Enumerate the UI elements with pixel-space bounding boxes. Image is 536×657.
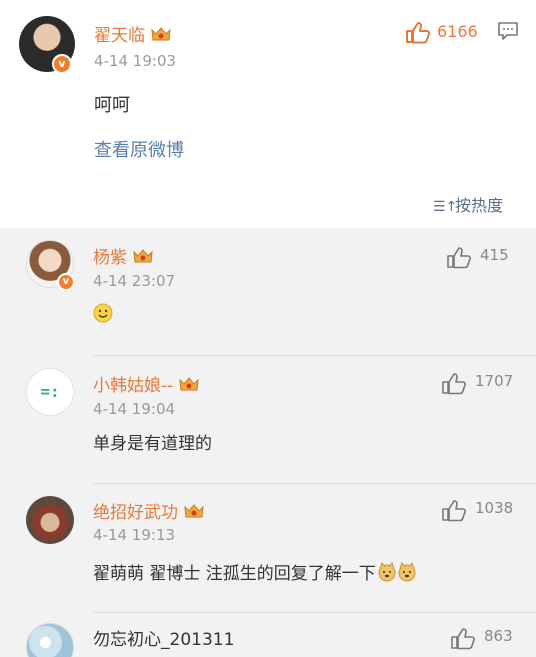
comment-item: 绝招好武功 4-14 19:13 翟萌萌 翟博士 注孤生的回复了解一下 1038	[0, 484, 536, 612]
comment-text-content: 翟萌萌 翟博士 注孤生的回复了解一下	[93, 564, 376, 584]
thumbs-up-icon	[451, 628, 475, 650]
comment-text: 单身是有道理的	[93, 434, 212, 454]
comment-icon[interactable]	[497, 21, 519, 41]
sort-icon: ☰↑	[433, 199, 458, 215]
comment-time: 4-14 19:04	[93, 400, 176, 418]
comment-username-text: 杨紫	[93, 248, 127, 268]
comment-like-count: 415	[480, 246, 509, 264]
thumbs-up-icon	[442, 500, 466, 522]
comment-text: 翟萌萌 翟博士 注孤生的回复了解一下	[93, 559, 417, 584]
comment-username[interactable]: 小韩姑娘--	[93, 371, 200, 396]
crown-badge-icon	[179, 377, 199, 391]
comment-avatar[interactable]: =:	[26, 368, 74, 416]
doge-emoji	[398, 561, 416, 582]
comment-username-text: 小韩姑娘--	[93, 376, 174, 396]
avatar-text: =:	[40, 382, 60, 401]
smile-emoji	[93, 303, 113, 323]
crown-badge-icon	[184, 504, 204, 518]
thumbs-up-icon	[442, 373, 466, 395]
thumbs-up-icon	[406, 22, 431, 44]
comment-item: 勿忘初心_201311 863	[0, 613, 536, 657]
comment-item: =: 小韩姑娘-- 4-14 19:04 单身是有道理的 1707	[0, 356, 536, 483]
verified-badge-icon: v	[52, 54, 72, 74]
main-post: v 翟天临 4-14 19:03 呵呵 查看原微博 6166 ☰↑按热度	[0, 0, 536, 228]
sort-by-hot-button[interactable]: ☰↑按热度	[433, 192, 503, 216]
comment-like-count: 863	[484, 627, 513, 645]
comment-time: 4-14 23:07	[93, 272, 176, 290]
sort-label: 按热度	[455, 196, 504, 215]
comment-like-count: 1707	[475, 372, 514, 390]
crown-badge-icon	[133, 249, 153, 263]
main-post-time: 4-14 19:03	[94, 52, 177, 70]
comment-username[interactable]: 绝招好武功	[93, 498, 205, 523]
comment-item: v 杨紫 4-14 23:07 415	[0, 228, 536, 355]
verified-badge-icon: v	[57, 273, 75, 291]
comment-username-text: 勿忘初心_201311	[93, 630, 235, 650]
comment-username[interactable]: 勿忘初心_201311	[93, 625, 234, 650]
comment-avatar[interactable]	[26, 623, 74, 657]
crown-badge-icon	[151, 27, 171, 41]
thumbs-up-icon	[447, 247, 471, 269]
main-like-count: 6166	[437, 22, 478, 41]
comment-username[interactable]: 杨紫	[93, 243, 154, 268]
main-post-text: 呵呵	[94, 95, 130, 116]
main-post-username-text: 翟天临	[94, 26, 145, 46]
comment-time: 4-14 19:13	[93, 526, 176, 544]
comment-username-text: 绝招好武功	[93, 503, 178, 523]
comment-like-count: 1038	[475, 499, 514, 517]
main-post-username[interactable]: 翟天临	[94, 21, 172, 46]
comment-avatar[interactable]	[26, 496, 74, 544]
doge-emoji	[378, 561, 396, 582]
view-original-link[interactable]: 查看原微博	[94, 136, 184, 162]
